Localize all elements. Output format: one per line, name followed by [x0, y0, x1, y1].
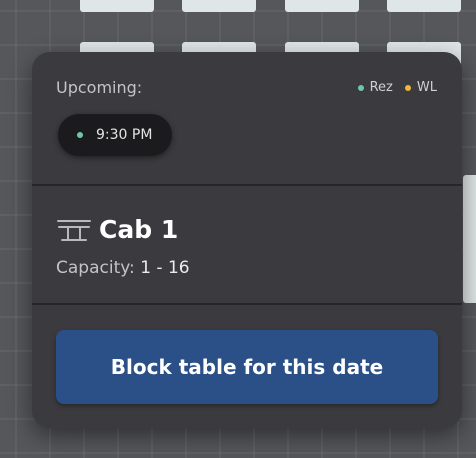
upcoming-label: Upcoming: [56, 78, 143, 97]
table-details-popover: Upcoming: Rez WL 9:30 PM Cab 1 Capacity:… [32, 52, 462, 428]
capacity-value: 1 - 16 [140, 258, 190, 278]
table-capacity: Capacity: 1 - 16 [56, 257, 190, 279]
section-divider [32, 303, 462, 305]
capacity-label: Capacity: [56, 258, 135, 278]
wl-dot-icon [404, 85, 411, 91]
floor-table-tile[interactable] [387, 0, 461, 12]
table-header: Cab 1 [56, 215, 178, 245]
status-legend: Rez WL [346, 80, 437, 96]
table-icon [57, 220, 91, 241]
rez-dot-icon [357, 85, 364, 91]
legend-label-wl: WL [416, 80, 437, 95]
floor-table-tile[interactable] [182, 0, 256, 12]
legend-item-wl: WL [404, 80, 437, 96]
floor-table-tile[interactable] [285, 0, 359, 12]
legend-item-rez: Rez [357, 80, 393, 96]
table-name: Cab 1 [99, 215, 179, 244]
floor-table-tile[interactable] [80, 0, 154, 12]
floor-table-tile[interactable] [463, 175, 476, 303]
block-table-button[interactable]: Block table for this date [56, 330, 438, 404]
section-divider [32, 184, 462, 186]
reservation-status-dot-icon [77, 132, 83, 138]
reservation-time-chip[interactable]: 9:30 PM [58, 114, 172, 156]
reservation-time: 9:30 PM [96, 127, 153, 143]
legend-label-rez: Rez [369, 80, 393, 95]
